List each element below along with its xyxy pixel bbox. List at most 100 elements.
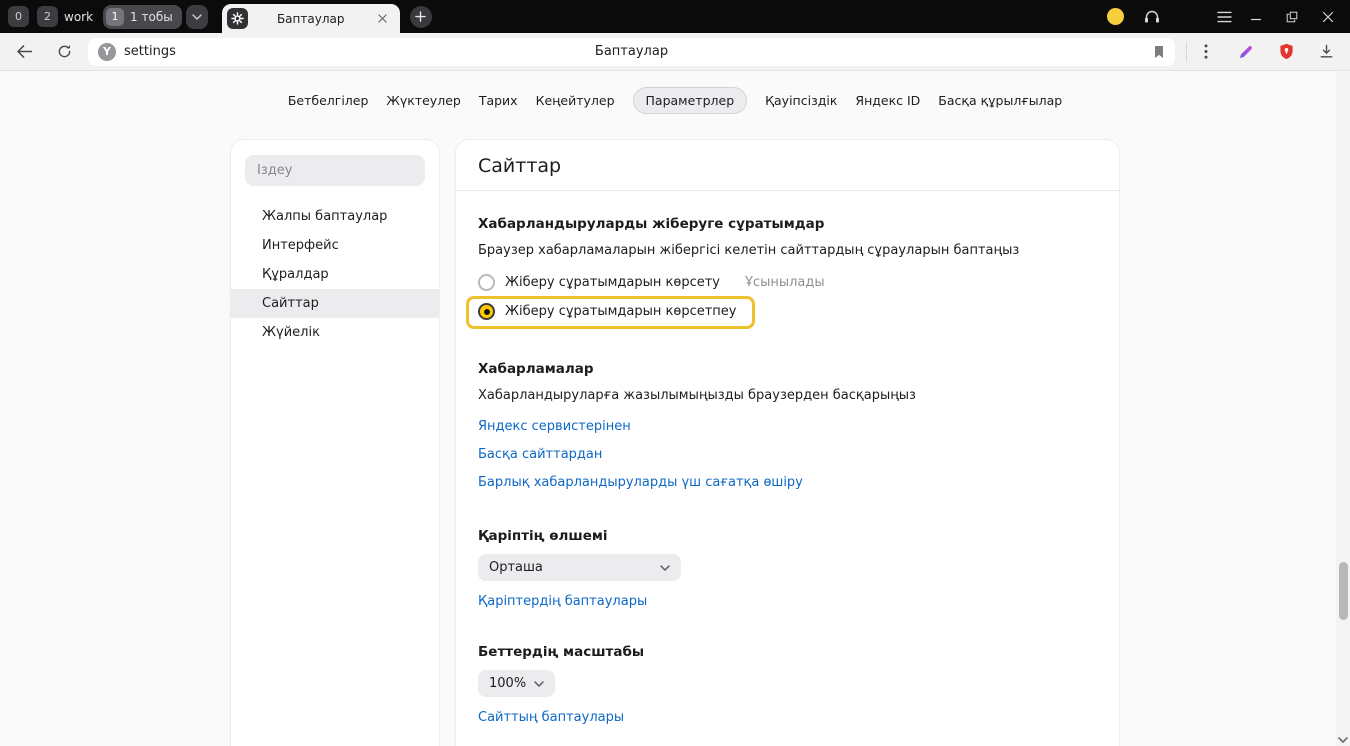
browser-toolbar: Y settings Баптаулар <box>0 33 1350 71</box>
back-button[interactable] <box>8 37 40 67</box>
tab-group-work[interactable]: 2 work <box>37 6 93 27</box>
link-font-settings[interactable]: Қаріптердің баптаулары <box>478 588 647 614</box>
protect-button[interactable] <box>1270 37 1302 67</box>
search-input[interactable] <box>245 155 425 186</box>
url-text: settings <box>124 44 176 59</box>
sidebar-item-general[interactable]: Жалпы баптаулар <box>231 202 439 231</box>
tab-group-dropdown-button[interactable] <box>186 5 208 29</box>
nav-tab-settings[interactable]: Параметрлер <box>633 87 748 114</box>
settings-body: Хабарландыруларды жіберуге сұратымдар Бр… <box>456 191 1119 730</box>
pencil-icon <box>1238 44 1254 60</box>
page-zoom-value: 100% <box>489 676 526 691</box>
scrollbar-thumb[interactable] <box>1339 562 1348 620</box>
new-tab-button[interactable] <box>410 6 432 28</box>
chevron-down-icon <box>192 14 202 20</box>
chevron-down-icon <box>660 565 670 571</box>
radio-option-show-requests[interactable]: Жіберу сұратымдарын көрсету Ұсынылады <box>478 274 825 291</box>
tab-group-current-name: 1 тобы <box>130 10 173 24</box>
window-maximize-button[interactable] <box>1274 0 1310 33</box>
plus-icon <box>415 11 426 22</box>
recommended-hint: Ұсынылады <box>745 275 825 290</box>
window-minimize-button[interactable] <box>1238 0 1274 33</box>
page-actions-menu-button[interactable] <box>1190 37 1222 67</box>
shield-icon <box>1279 43 1294 60</box>
tab-strip-right <box>1107 0 1346 33</box>
toolbar-divider <box>1186 42 1187 62</box>
address-bar-page-title: Баптаулар <box>208 44 1055 59</box>
kebab-menu-icon <box>1204 44 1208 59</box>
support-headset-button[interactable] <box>1138 4 1166 30</box>
settings-content: Сайттар Хабарландыруларды жіберуге сұрат… <box>455 139 1120 746</box>
tab-strip-left: 0 2 work 1 1 тобы Баптаулар <box>8 0 432 33</box>
browser-window: 0 2 work 1 1 тобы Баптаулар <box>0 0 1350 746</box>
close-icon <box>1322 11 1334 23</box>
notifications-heading: Хабарламалар <box>478 361 1097 377</box>
nav-tab-downloads[interactable]: Жүктеулер <box>386 93 460 108</box>
address-bar[interactable]: Y settings Баптаулар <box>88 38 1175 66</box>
font-size-value: Орташа <box>489 560 543 575</box>
settings-page: Бетбелгілер Жүктеулер Тарих Кеңейтулер П… <box>0 71 1350 746</box>
window-close-button[interactable] <box>1310 0 1346 33</box>
yandex-favicon: Y <box>98 43 116 61</box>
bookmark-this-page-button[interactable] <box>1153 45 1165 59</box>
sidebar-item-system[interactable]: Жүйелік <box>231 318 439 347</box>
nav-tab-security[interactable]: Қауіпсіздік <box>765 93 837 108</box>
nav-tab-extensions[interactable]: Кеңейтулер <box>536 93 615 108</box>
nav-tab-bookmarks[interactable]: Бетбелгілер <box>288 93 369 108</box>
nav-tab-history[interactable]: Тарих <box>479 93 518 108</box>
refresh-button[interactable] <box>48 37 80 67</box>
settings-nav-tabs: Бетбелгілер Жүктеулер Тарих Кеңейтулер П… <box>0 87 1350 114</box>
close-icon <box>378 14 387 23</box>
link-yandex-services[interactable]: Яндекс сервистерінен <box>478 412 631 440</box>
page-zoom-heading: Беттердің масштабы <box>478 644 1097 660</box>
headset-icon <box>1144 10 1160 24</box>
tab-strip: 0 2 work 1 1 тобы Баптаулар <box>0 0 1350 33</box>
link-mute-all-notifications[interactable]: Барлық хабарландыруларды үш сағатқа өшір… <box>478 468 803 496</box>
sidebar-list: Жалпы баптаулар Интерфейс Құралдар Сайтт… <box>231 202 439 347</box>
tab-group-work-count-badge: 2 <box>37 6 58 27</box>
sidebar-item-sites[interactable]: Сайттар <box>231 289 439 318</box>
highlighted-setting-frame: Жіберу сұратымдарын көрсетпеу <box>466 296 755 329</box>
bookmark-flag-icon <box>1153 45 1165 59</box>
alice-edit-button[interactable] <box>1230 37 1262 67</box>
link-other-sites[interactable]: Басқа сайттардан <box>478 440 602 468</box>
notification-requests-heading: Хабарландыруларды жіберуге сұратымдар <box>478 216 1097 232</box>
settings-gear-icon <box>227 8 248 29</box>
sidebar-item-interface[interactable]: Интерфейс <box>231 231 439 260</box>
download-icon <box>1319 44 1334 59</box>
nav-tab-yandex-id[interactable]: Яндекс ID <box>855 93 920 108</box>
font-size-heading: Қаріптің өлшемі <box>478 528 1097 544</box>
refresh-icon <box>57 44 72 59</box>
downloads-button[interactable] <box>1310 37 1342 67</box>
notification-requests-description: Браузер хабарламаларын жібергісі келетін… <box>478 243 1097 259</box>
tab-title: Баптаулар <box>248 12 374 26</box>
page-scrollbar[interactable] <box>1336 71 1350 746</box>
sidebar-item-tools[interactable]: Құралдар <box>231 260 439 289</box>
restore-window-icon <box>1286 11 1298 23</box>
radio-selected-icon <box>478 303 495 320</box>
radio-option-hide-requests[interactable]: Жіберу сұратымдарын көрсетпеу <box>478 303 736 320</box>
notifications-description: Хабарландыруларға жазылымыңызды браузерд… <box>478 388 1097 404</box>
tab-group-zero-badge[interactable]: 0 <box>8 6 29 27</box>
notifications-links: Яндекс сервистерінен Басқа сайттардан Ба… <box>478 412 1097 496</box>
page-title: Сайттар <box>456 140 1119 191</box>
tab-group-work-name: work <box>64 10 93 24</box>
tab-close-button[interactable] <box>374 10 392 28</box>
radio-option-hide-label: Жіберу сұратымдарын көрсетпеу <box>505 304 736 319</box>
font-size-select[interactable]: Орташа <box>478 554 681 581</box>
hamburger-menu-icon <box>1217 11 1232 23</box>
link-site-settings[interactable]: Сайттың баптаулары <box>478 704 624 730</box>
active-tab[interactable]: Баптаулар <box>222 4 400 33</box>
radio-option-show-label: Жіберу сұратымдарын көрсету <box>505 275 720 290</box>
back-arrow-icon <box>16 45 33 58</box>
settings-sidebar: Жалпы баптаулар Интерфейс Құралдар Сайтт… <box>230 139 440 746</box>
radio-unselected-icon <box>478 274 495 291</box>
chevron-down-icon <box>534 681 544 687</box>
tab-group-current[interactable]: 1 1 тобы <box>103 5 182 29</box>
page-zoom-select[interactable]: 100% <box>478 670 555 697</box>
nav-tab-other-devices[interactable]: Басқа құрылғылар <box>938 93 1062 108</box>
profile-avatar[interactable] <box>1107 8 1124 25</box>
scroll-down-arrow-icon[interactable] <box>1336 737 1350 743</box>
browser-menu-button[interactable] <box>1210 4 1238 30</box>
minimize-icon <box>1250 11 1262 23</box>
